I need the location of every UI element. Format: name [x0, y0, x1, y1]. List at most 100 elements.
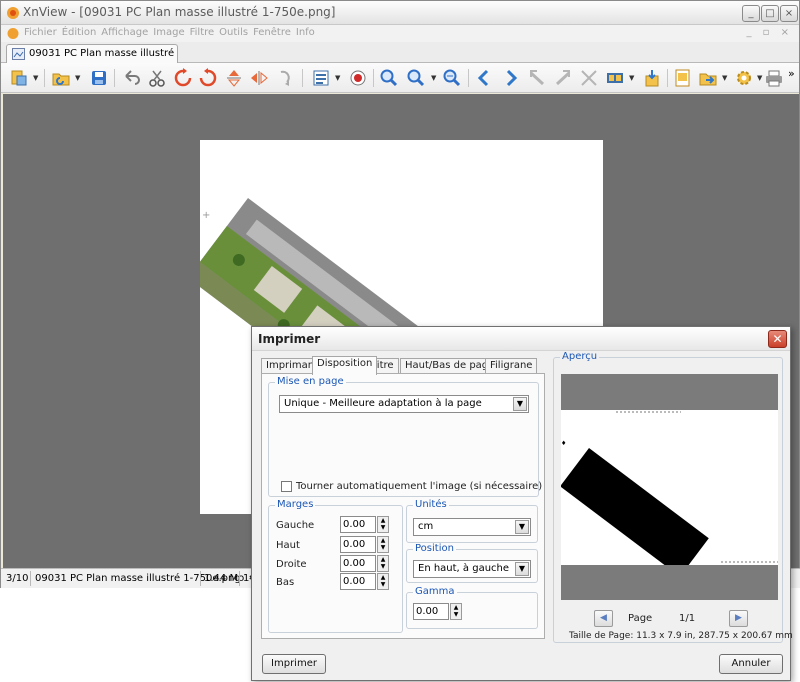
document-tab[interactable]: 09031 PC Plan masse illustré 1-7… [6, 44, 178, 63]
mdi-window-controls[interactable]: _ ▫ × [746, 27, 793, 38]
zoom-in-icon[interactable] [379, 68, 399, 88]
menu-fenetre[interactable]: Fenêtre [253, 25, 296, 38]
margin-haut-label: Haut [276, 540, 300, 551]
menu-info[interactable]: Info [296, 25, 320, 38]
auto-rotate-checkbox[interactable] [281, 481, 292, 492]
menu-fichier[interactable]: Fichier [24, 25, 62, 38]
menu-bar: Fichier Édition Affichage Image Filtre O… [1, 25, 799, 42]
position-label: Position [413, 543, 456, 554]
last-image-icon[interactable] [553, 68, 573, 88]
status-image-index: 3/10 [6, 573, 29, 584]
xnview-app-icon [7, 7, 19, 19]
next-page-button[interactable]: ▶ [729, 610, 748, 627]
maximize-button[interactable]: □ [761, 5, 779, 22]
save-icon[interactable] [89, 68, 109, 88]
print-icon[interactable] [764, 68, 784, 88]
chevron-down-icon: ▼ [513, 397, 527, 411]
marges-group: Marges Gauche 0.00 ▲ ▼ Haut 0.00 ▲ ▼ Droit… [268, 499, 403, 633]
zoom-fit-icon[interactable] [442, 68, 462, 88]
filmstrip-icon[interactable] [605, 68, 625, 88]
margin-gauche-input[interactable]: 0.00 [340, 516, 376, 533]
gamma-field[interactable]: 0.00 ▲ ▼ [413, 603, 463, 620]
zoom-out-icon[interactable] [406, 68, 426, 88]
spinner-arrows-icon[interactable]: ▲ ▼ [377, 555, 389, 572]
page-size-info: Taille de Page: 11.3 x 7.9 in, 287.75 x … [569, 631, 793, 641]
tab-filigrane[interactable]: Filigrane [485, 358, 538, 374]
margin-bas-input[interactable]: 0.00 [340, 573, 376, 590]
print-button[interactable]: Imprimer [262, 654, 326, 674]
gamma-input[interactable]: 0.00 [413, 603, 449, 620]
first-image-icon[interactable] [527, 68, 547, 88]
menu-image[interactable]: Image [153, 25, 189, 38]
disposition-tab-panel: Mise en page Unique - Meilleure adaptati… [261, 373, 545, 639]
chevron-down-icon: ▼ [515, 520, 529, 534]
page-counter: 1/1 [679, 613, 696, 624]
tab-disposition[interactable]: Disposition [312, 356, 378, 375]
margin-bas-field[interactable]: 0.00 ▲ ▼ [340, 573, 390, 590]
rotate-arbitrary-icon[interactable] [275, 68, 295, 88]
gamma-label: Gamma [413, 586, 457, 597]
apercu-group: Aperçu ♦ ◀ Page 1/1 ▶ Taille de Page: 11… [553, 351, 793, 643]
convert-icon[interactable] [698, 68, 718, 88]
margin-haut-input[interactable]: 0.00 [340, 536, 376, 553]
chevron-down-icon: ▼ [515, 562, 529, 576]
margin-gauche-label: Gauche [276, 520, 315, 531]
main-toolbar: ▼ ▼ ▼ ▼ ▼ ▼ ▼ » [1, 63, 799, 93]
preview-page: ♦ [560, 410, 778, 577]
apercu-label: Aperçu [560, 351, 600, 362]
menu-edition[interactable]: Édition [62, 25, 102, 38]
menu-outils[interactable]: Outils [219, 25, 253, 38]
browser-icon[interactable] [9, 68, 29, 88]
flip-vertical-icon[interactable] [224, 68, 244, 88]
menu-filtre[interactable]: Filtre [190, 25, 220, 38]
image-file-icon [12, 48, 25, 60]
position-value: En haut, à gauche [418, 563, 510, 574]
import-icon[interactable] [642, 68, 662, 88]
title-bar: XnView - [09031 PC Plan masse illustré 1… [1, 1, 799, 25]
settings-icon[interactable] [734, 68, 754, 88]
close-window-button[interactable]: × [780, 5, 798, 22]
rotate-left-icon[interactable] [173, 68, 193, 88]
red-eye-icon[interactable] [348, 68, 368, 88]
next-image-icon[interactable] [501, 68, 521, 88]
adjust-icon[interactable] [311, 68, 331, 88]
units-select[interactable]: cm ▼ [413, 518, 531, 536]
rotate-right-icon[interactable] [198, 68, 218, 88]
print-dialog-title: Imprimer [258, 332, 321, 346]
margin-gauche-field[interactable]: 0.00 ▲ ▼ [340, 516, 390, 533]
layout-mode-select[interactable]: Unique - Meilleure adaptation à la page … [279, 395, 529, 413]
spinner-arrows-icon[interactable]: ▲ ▼ [450, 603, 462, 620]
margin-haut-field[interactable]: 0.00 ▲ ▼ [340, 536, 390, 553]
mise-en-page-group: Mise en page Unique - Meilleure adaptati… [268, 376, 543, 497]
previous-page-button[interactable]: ◀ [594, 610, 613, 627]
spinner-arrows-icon[interactable]: ▲ ▼ [377, 573, 389, 590]
margin-droite-field[interactable]: 0.00 ▲ ▼ [340, 555, 390, 572]
document-tab-label: 09031 PC Plan masse illustré 1-7… [29, 48, 177, 59]
position-select[interactable]: En haut, à gauche ▼ [413, 560, 531, 578]
document-menu-icon[interactable] [6, 27, 20, 40]
cancel-button[interactable]: Annuler [719, 654, 783, 674]
previous-image-icon[interactable] [474, 68, 494, 88]
menu-affichage[interactable]: Affichage [101, 25, 153, 38]
slideshow-icon[interactable] [579, 68, 599, 88]
auto-rotate-label: Tourner automatiquement l'image (si néce… [296, 481, 543, 492]
properties-icon[interactable] [673, 68, 693, 88]
spinner-arrows-icon[interactable]: ▲ ▼ [377, 536, 389, 553]
flip-horizontal-icon[interactable] [249, 68, 269, 88]
toolbar-overflow-icon[interactable]: » [788, 67, 795, 80]
margin-droite-input[interactable]: 0.00 [340, 555, 376, 572]
undo-icon[interactable] [121, 68, 141, 88]
preview-image-silhouette: ♦ [560, 411, 778, 577]
svg-text:♦: ♦ [561, 440, 566, 447]
print-dialog-title-bar: Imprimer ✕ [252, 327, 790, 351]
unites-group: Unités cm ▼ [406, 499, 538, 543]
close-dialog-button[interactable]: ✕ [768, 330, 787, 348]
minimize-button[interactable]: _ [742, 5, 760, 22]
units-value: cm [418, 521, 434, 532]
cut-icon[interactable] [147, 68, 167, 88]
gamma-group: Gamma 0.00 ▲ ▼ [406, 586, 538, 629]
spinner-arrows-icon[interactable]: ▲ ▼ [377, 516, 389, 533]
window-title: XnView - [09031 PC Plan masse illustré 1… [23, 5, 336, 19]
svg-text:+: + [202, 210, 210, 221]
open-folder-icon[interactable] [51, 68, 71, 88]
